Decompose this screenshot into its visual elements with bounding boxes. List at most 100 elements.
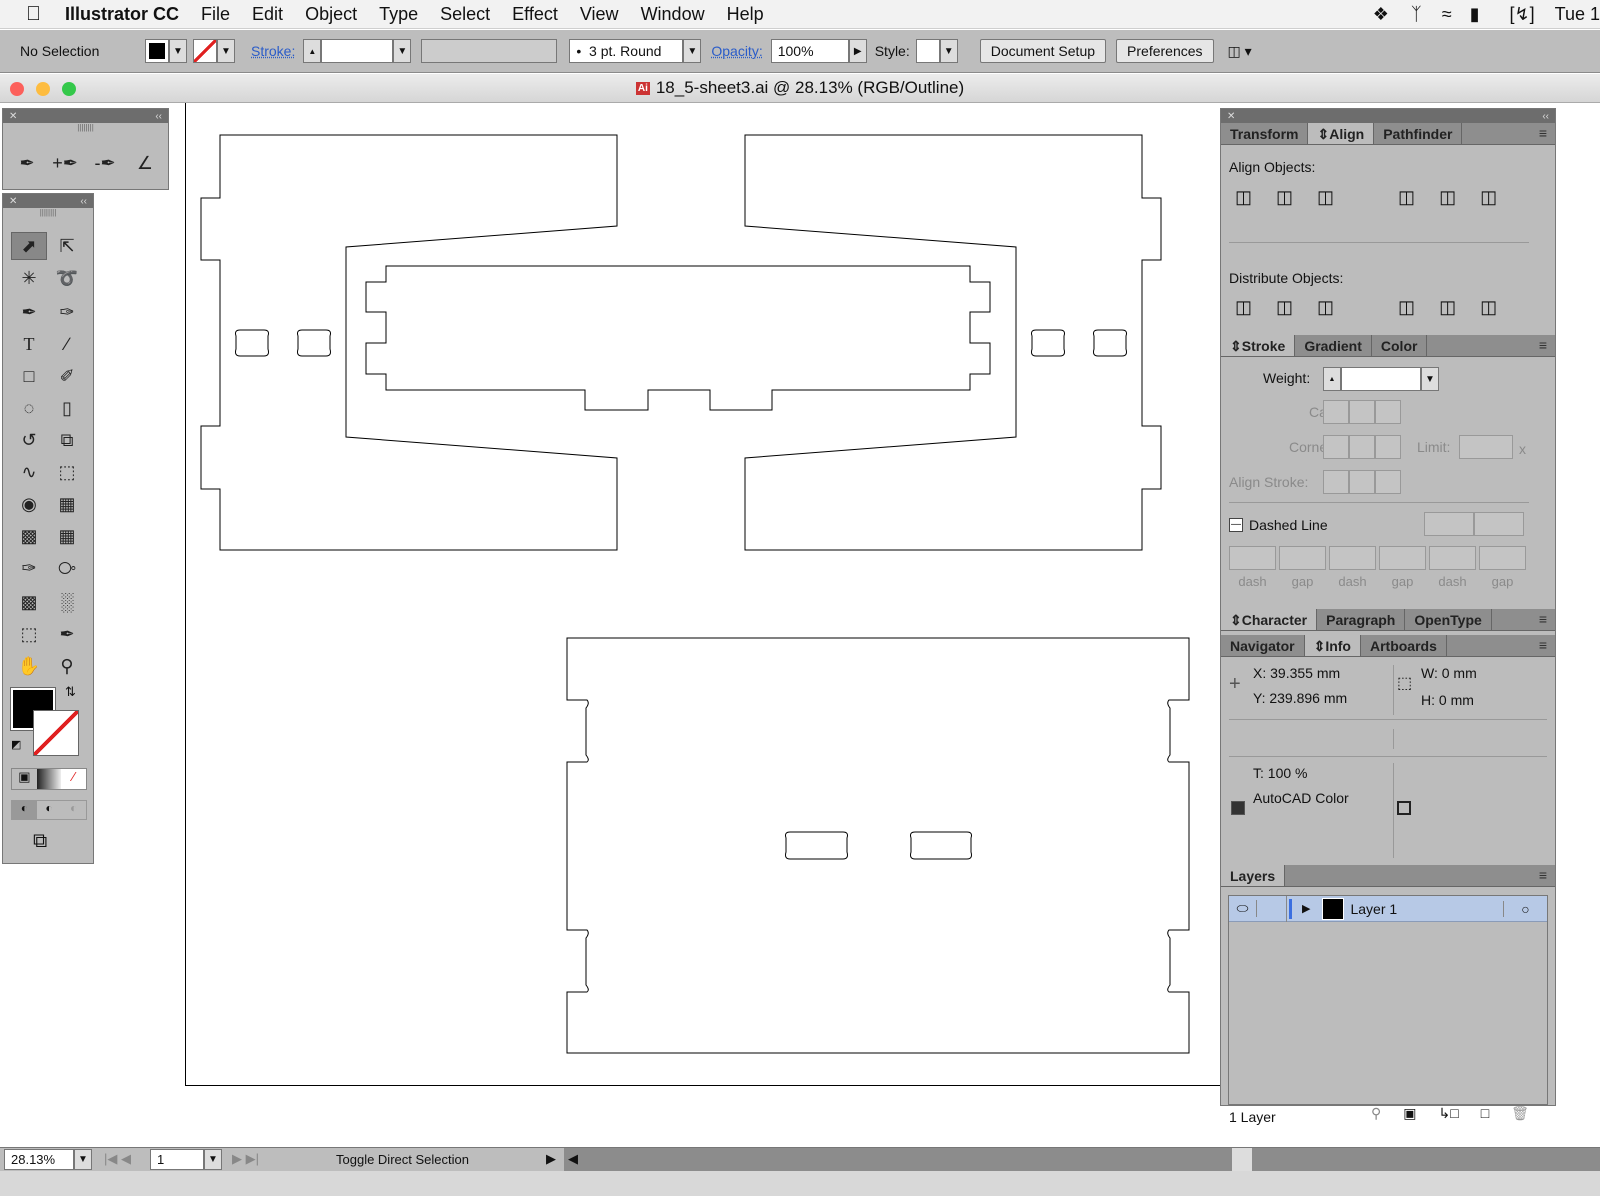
tab-gradient[interactable]: Gradient [1295,335,1372,356]
opacity-link[interactable]: Opacity: [711,43,762,59]
app-menu[interactable]: Illustrator CC [65,4,179,25]
clock[interactable]: Tue 1 [1555,4,1600,25]
dash-field[interactable]: gap [1379,546,1426,589]
apple-icon[interactable]:  [26,3,41,26]
close-icon[interactable]: ✕ [1227,111,1235,122]
symbol-sprayer-icon[interactable]: ▩ [11,588,47,616]
slice-tool-icon[interactable]: ✒ [49,620,85,648]
eraser-icon[interactable]: ▯ [49,394,85,422]
zoom-window-button[interactable] [62,82,76,96]
layer-name[interactable]: Layer 1 [1350,901,1397,917]
dashed-line-checkbox[interactable]: — Dashed Line [1229,517,1328,533]
tab-navigator[interactable]: Navigator [1221,635,1305,656]
distribute-hcenter-icon[interactable]: ◫ [1439,297,1456,318]
align-stroke-inside-icon[interactable] [1349,470,1375,494]
preferences-button[interactable]: Preferences [1116,39,1214,63]
menu-type[interactable]: Type [379,4,418,25]
hand-tool-icon[interactable]: ✋ [11,652,47,680]
zoom-tool-icon[interactable]: ⚲ [49,652,85,680]
panel-menu-icon[interactable]: ≡ [1531,865,1555,886]
artboard-field[interactable]: 1 [150,1149,204,1170]
dropbox-icon[interactable]: ❖ [1373,4,1389,25]
layer-row[interactable]: ⬭ ▶ Layer 1 ○ [1229,895,1547,922]
distribute-right-icon[interactable]: ◫ [1480,297,1497,318]
column-graph-icon[interactable]: ░ [49,588,85,616]
trash-icon[interactable]: 🗑 [1511,1105,1529,1122]
status-menu-arrow[interactable]: ▶ [546,1151,556,1167]
dash-field[interactable]: dash [1229,546,1276,589]
new-layer-icon[interactable]: □ [1481,1105,1489,1122]
tab-pathfinder[interactable]: Pathfinder [1374,123,1463,144]
align-stroke-outside-icon[interactable] [1375,470,1401,494]
scrollbar-thumb[interactable] [1232,1148,1252,1171]
preserve-dash-icon[interactable] [1424,512,1474,536]
anchor-point-tool-icon[interactable]: ∠ [127,149,163,177]
fill-swatch[interactable]: ▼ [145,39,187,63]
round-join-icon[interactable] [1349,435,1375,459]
tab-align[interactable]: ⇕Align [1308,123,1375,144]
align-top-icon[interactable]: ◫ [1398,187,1415,208]
expand-triangle-icon[interactable]: ▶ [1302,902,1310,915]
volume-icon[interactable]: ▮ [1470,4,1480,25]
rectangle-tool-icon[interactable]: □ [11,362,47,390]
stroke-weight-field[interactable]: ▲ ▼ [303,39,412,63]
tab-color[interactable]: Color [1372,335,1428,356]
weight-field[interactable]: ▲ ▼ [1323,367,1439,391]
type-tool-icon[interactable]: T [11,330,47,358]
shape-builder-icon[interactable]: ◉ [11,490,47,518]
align-stroke-center-icon[interactable] [1323,470,1349,494]
menu-select[interactable]: Select [440,4,490,25]
stroke-link[interactable]: Stroke: [251,43,295,59]
tab-paragraph[interactable]: Paragraph [1317,609,1406,630]
new-sublayer-icon[interactable]: ↳□ [1439,1105,1459,1122]
variable-width-profile[interactable] [421,39,558,63]
align-vcenter-icon[interactable]: ◫ [1439,187,1456,208]
artboard-dropdown[interactable]: ▼ [204,1149,222,1170]
distribute-vcenter-icon[interactable]: ◫ [1276,297,1293,318]
tab-transform[interactable]: Transform [1221,123,1309,144]
color-mode-icon[interactable]: ▣ [12,769,37,789]
puppet-warp-icon[interactable]: ∿ [11,458,47,486]
wifi-icon[interactable]: ≈ [1442,4,1452,25]
rotate-tool-icon[interactable]: ↺ [11,426,47,454]
pen-tool-icon[interactable]: ✒ [9,149,45,177]
free-transform-icon[interactable]: ⬚ [49,458,85,486]
collapse-icon[interactable]: ‹‹ [1542,111,1549,122]
delete-anchor-point-icon[interactable]: -✒ [87,149,123,177]
tab-opentype[interactable]: OpenType [1405,609,1492,630]
target-circle-icon[interactable]: ○ [1503,900,1547,917]
magic-wand-icon[interactable]: ✳ [11,264,47,292]
distribute-bottom-icon[interactable]: ◫ [1317,297,1334,318]
projecting-cap-icon[interactable] [1375,400,1401,424]
battery-icon[interactable]: [↯] [1510,4,1535,25]
arrange-documents-icon[interactable]: ◫ ▾ [1228,43,1252,60]
first-artboard-icon[interactable]: |◀ ◀ [104,1151,131,1167]
screen-mode-icon[interactable]: ⧉ [33,830,47,853]
visibility-eye-icon[interactable]: ⬭ [1229,900,1257,917]
menu-help[interactable]: Help [727,4,764,25]
zoom-field[interactable]: 28.13% [4,1149,74,1170]
opacity-arrow[interactable]: ▶ [848,39,867,63]
locate-object-icon[interactable]: ⚲ [1371,1105,1381,1122]
close-window-button[interactable] [10,82,24,96]
stroke-swatch[interactable]: ▼ [193,39,235,63]
selection-tool-icon[interactable]: ⬈ [11,232,47,260]
collapse-icon[interactable]: ‹‹ [80,196,87,207]
add-anchor-point-icon[interactable]: +✒ [47,149,83,177]
curvature-icon[interactable]: ✑ [49,298,85,326]
scale-tool-icon[interactable]: ⧉ [49,426,85,454]
align-right-icon[interactable]: ◫ [1317,187,1334,208]
butt-cap-icon[interactable] [1323,400,1349,424]
align-dash-icon[interactable] [1474,512,1524,536]
draw-normal-icon[interactable]: ◐ [12,801,37,819]
menu-view[interactable]: View [580,4,619,25]
none-mode-icon[interactable]: ∕ [61,769,87,789]
menu-effect[interactable]: Effect [512,4,558,25]
gradient-tool-icon[interactable]: ▦ [49,522,85,550]
zoom-dropdown[interactable]: ▼ [74,1149,92,1170]
direct-selection-tool-icon[interactable]: ⇱ [49,232,85,260]
tab-character[interactable]: ⇕Character [1221,609,1318,630]
close-icon[interactable]: ✕ [9,196,17,207]
mesh-tool-icon[interactable]: ▩ [11,522,47,550]
distribute-left-icon[interactable]: ◫ [1398,297,1415,318]
